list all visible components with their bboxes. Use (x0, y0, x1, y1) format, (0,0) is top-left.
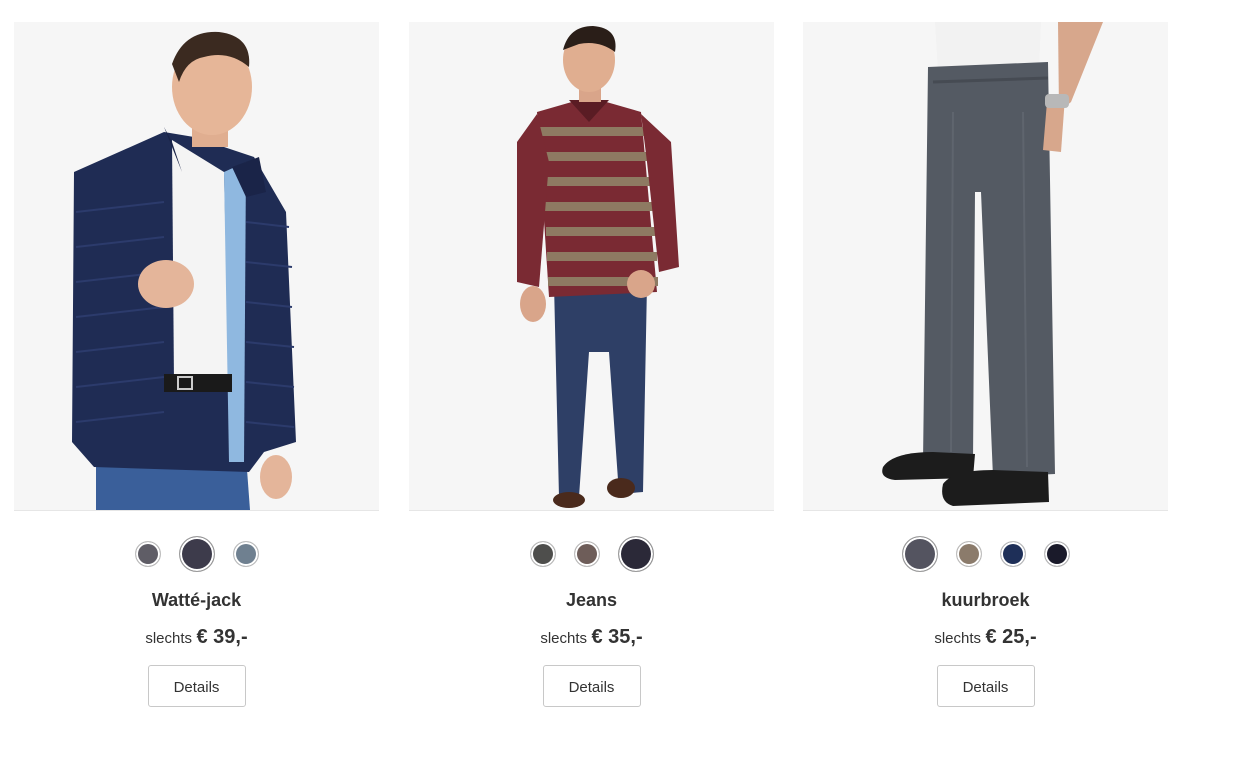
jeans-illustration (517, 26, 679, 508)
color-swatch[interactable] (999, 541, 1026, 567)
price-amount: € 39,- (196, 626, 248, 648)
product-price: slechts € 25,- (803, 624, 1168, 650)
color-swatch[interactable] (1043, 541, 1070, 567)
color-swatch[interactable] (573, 541, 600, 567)
color-swatch[interactable] (232, 541, 259, 567)
trousers-illustration (882, 22, 1103, 506)
color-swatch-selected[interactable] (901, 536, 938, 572)
product-image-trousers[interactable] (803, 22, 1168, 511)
product-image-jeans[interactable] (409, 22, 774, 511)
color-swatch-selected[interactable] (617, 536, 654, 572)
price-lead-text: slechts (540, 630, 588, 647)
price-amount: € 35,- (591, 626, 643, 648)
price-lead-text: slechts (145, 630, 193, 647)
product-image-jacket[interactable] (14, 22, 379, 511)
price-lead-text: slechts (934, 630, 982, 647)
product-card: Jeans slechts € 35,- Details (409, 22, 774, 707)
price-amount: € 25,- (985, 626, 1037, 648)
color-swatches (14, 536, 379, 572)
color-swatches (803, 536, 1168, 572)
details-button[interactable]: Details (936, 665, 1035, 707)
product-title[interactable]: Jeans (409, 589, 774, 611)
product-title[interactable]: kuurbroek (803, 589, 1168, 611)
color-swatch-selected[interactable] (178, 536, 215, 572)
details-button[interactable]: Details (147, 665, 246, 707)
jacket-illustration (72, 31, 296, 510)
color-swatch[interactable] (955, 541, 982, 567)
product-card: kuurbroek slechts € 25,- Details (803, 22, 1168, 707)
color-swatch[interactable] (134, 541, 161, 567)
product-price: slechts € 39,- (14, 624, 379, 650)
product-price: slechts € 35,- (409, 624, 774, 650)
product-title[interactable]: Watté-jack (14, 589, 379, 611)
color-swatch[interactable] (529, 541, 556, 567)
details-button[interactable]: Details (542, 665, 641, 707)
color-swatches (409, 536, 774, 572)
product-card: Watté-jack slechts € 39,- Details (14, 22, 379, 707)
